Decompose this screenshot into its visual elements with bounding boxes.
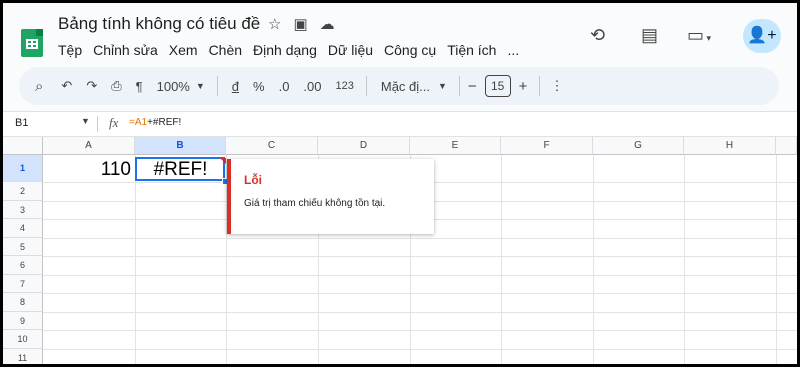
sheets-logo-icon[interactable] (21, 29, 43, 57)
cell-a1[interactable]: 110 (43, 159, 131, 181)
gridline (43, 330, 797, 331)
gridline (43, 238, 797, 239)
error-tooltip: Lỗi Giá trị tham chiếu không tồn tại. (227, 159, 434, 234)
gridline (43, 275, 797, 276)
menu-file[interactable]: Tệp (58, 42, 82, 58)
menu-bar: Tệp Chỉnh sửa Xem Chèn Định dạng Dữ liệu… (58, 42, 519, 58)
gridline (776, 155, 777, 364)
print-icon[interactable]: ⎙ (111, 78, 121, 94)
toolbar: ⌕ ↶ ↷ ⎙ ¶ 100% ▼ đ % .0 .00 123 Mặc đị..… (19, 67, 779, 105)
row-header-2[interactable]: 2 (3, 182, 43, 201)
font-size-input[interactable]: 15 (484, 75, 511, 97)
menu-view[interactable]: Xem (169, 42, 198, 58)
chevron-down-icon[interactable]: ▼ (196, 81, 205, 91)
menu-extensions[interactable]: Tiện ích (447, 42, 496, 58)
gridline (593, 155, 594, 364)
comments-icon[interactable]: ▤ (641, 25, 658, 46)
menu-insert[interactable]: Chèn (209, 42, 242, 58)
share-button[interactable]: 👤+ (743, 19, 781, 53)
error-message: Giá trị tham chiếu không tồn tại. (244, 198, 386, 209)
row-header-5[interactable]: 5 (3, 238, 43, 256)
meet-icon[interactable]: ▭ ▾ (687, 25, 711, 46)
active-cell-outline (135, 157, 225, 181)
star-icon[interactable]: ☆ (268, 15, 281, 33)
gridline (43, 293, 797, 294)
divider (97, 116, 98, 132)
gridline (684, 155, 685, 364)
gridline (501, 155, 502, 364)
font-select[interactable]: Mặc đị... (381, 79, 430, 94)
menu-edit[interactable]: Chỉnh sửa (93, 42, 158, 58)
font-size-decrease-button[interactable]: − (468, 78, 477, 95)
row-header-7[interactable]: 7 (3, 275, 43, 293)
column-header-g[interactable]: G (593, 137, 684, 155)
row-header-10[interactable]: 10 (3, 330, 43, 349)
column-header-f[interactable]: F (501, 137, 593, 155)
formula-rest: +#REF! (147, 117, 182, 128)
gridline (43, 256, 797, 257)
chevron-down-icon[interactable]: ▼ (438, 81, 447, 91)
version-history-icon[interactable]: ⟲ (590, 25, 605, 46)
menu-format[interactable]: Định dạng (253, 42, 317, 58)
divider (365, 76, 367, 96)
menu-tools[interactable]: Công cụ (384, 42, 436, 58)
error-title: Lỗi (244, 173, 262, 187)
divider (216, 76, 218, 96)
row-header-8[interactable]: 8 (3, 293, 43, 312)
column-header-d[interactable]: D (318, 137, 410, 155)
redo-icon[interactable]: ↷ (86, 78, 97, 94)
formula-bar: B1 ▼ fx =A1+#REF! (3, 111, 797, 137)
more-options-icon[interactable]: ⋮ (550, 78, 563, 94)
name-box[interactable]: B1 (15, 117, 28, 129)
column-header-e[interactable]: E (410, 137, 501, 155)
row-header-9[interactable]: 9 (3, 312, 43, 330)
zoom-select[interactable]: 100% (157, 79, 190, 94)
column-header-c[interactable]: C (226, 137, 318, 155)
row-header-11[interactable]: 11 (3, 349, 43, 364)
divider (539, 76, 541, 96)
gridline (135, 155, 136, 364)
row-header-6[interactable]: 6 (3, 256, 43, 275)
function-icon: fx (109, 115, 119, 130)
column-header-h[interactable]: H (684, 137, 776, 155)
move-folder-icon[interactable]: ▣ (293, 15, 307, 33)
menu-data[interactable]: Dữ liệu (328, 42, 373, 58)
row-header-4[interactable]: 4 (3, 219, 43, 238)
error-indicator[interactable] (220, 158, 226, 164)
decrease-decimal-button[interactable]: .0 (279, 79, 290, 94)
menu-more[interactable]: ... (507, 42, 519, 58)
gridline (43, 349, 797, 350)
more-formats-button[interactable]: 123 (336, 80, 354, 92)
percent-format-button[interactable]: % (253, 79, 265, 94)
search-icon[interactable]: ⌕ (35, 78, 43, 95)
column-header-b[interactable]: B (135, 137, 226, 155)
divider (458, 76, 460, 96)
font-size-increase-button[interactable]: + (519, 78, 528, 95)
formula-input[interactable]: =A1+#REF! (129, 117, 181, 128)
cloud-status-icon[interactable]: ☁ (320, 15, 335, 33)
column-header-i[interactable] (776, 137, 797, 155)
formula-reference: =A1 (129, 117, 148, 128)
undo-icon[interactable]: ↶ (61, 78, 72, 94)
document-title[interactable]: Bảng tính không có tiêu đề (58, 14, 260, 34)
select-all-corner[interactable] (3, 137, 43, 155)
chevron-down-icon[interactable]: ▼ (81, 116, 90, 126)
row-header-1[interactable]: 1 (3, 155, 43, 182)
row-header-3[interactable]: 3 (3, 201, 43, 219)
currency-format-button[interactable]: đ (232, 79, 239, 94)
app-window: Bảng tính không có tiêu đề ☆ ▣ ☁ Tệp Chỉ… (3, 3, 797, 364)
increase-decimal-button[interactable]: .00 (303, 79, 321, 94)
paint-format-icon[interactable]: ¶ (136, 79, 143, 94)
gridline (43, 312, 797, 313)
add-person-icon: 👤+ (747, 27, 777, 44)
column-header-a[interactable]: A (43, 137, 135, 155)
